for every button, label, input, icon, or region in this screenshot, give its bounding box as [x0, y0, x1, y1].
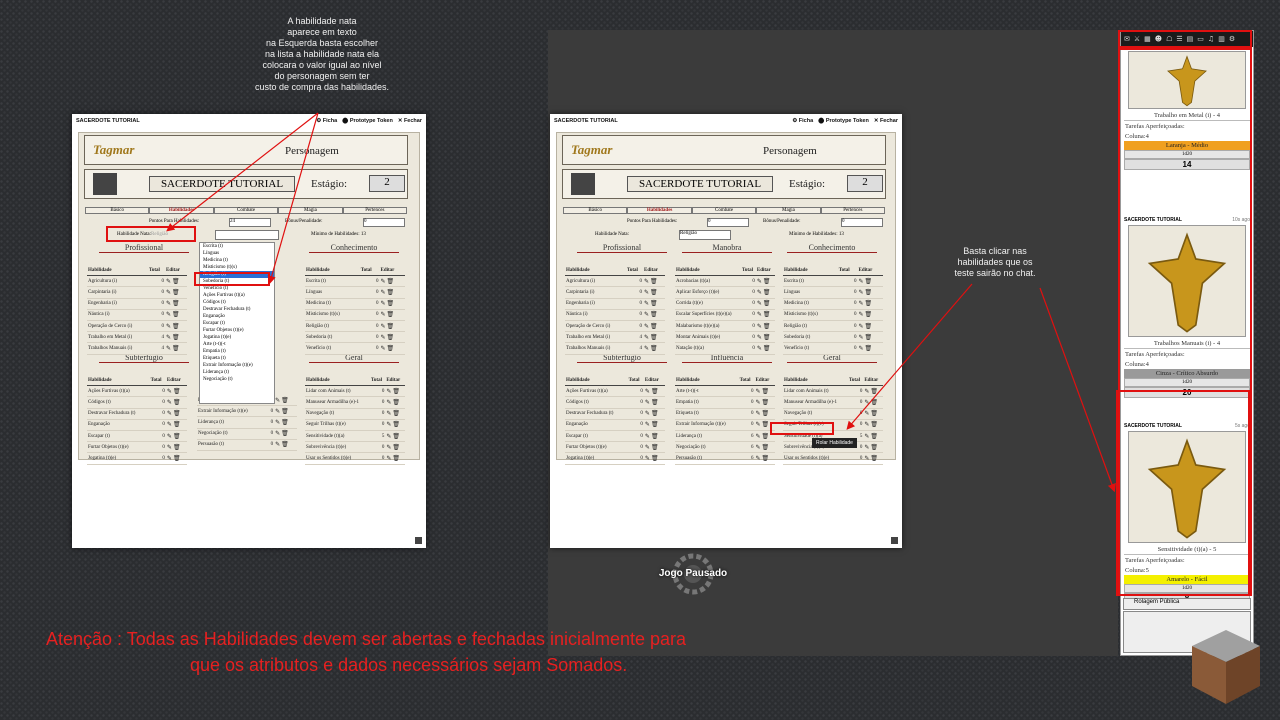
arrow-to-dropdown: [267, 112, 319, 285]
arrow-to-sensitividade: [846, 283, 973, 430]
arrow-to-chat-roll: [1039, 287, 1116, 493]
arrow-to-nata-label: [166, 112, 319, 232]
annotation-arrows: [166, 112, 1116, 493]
